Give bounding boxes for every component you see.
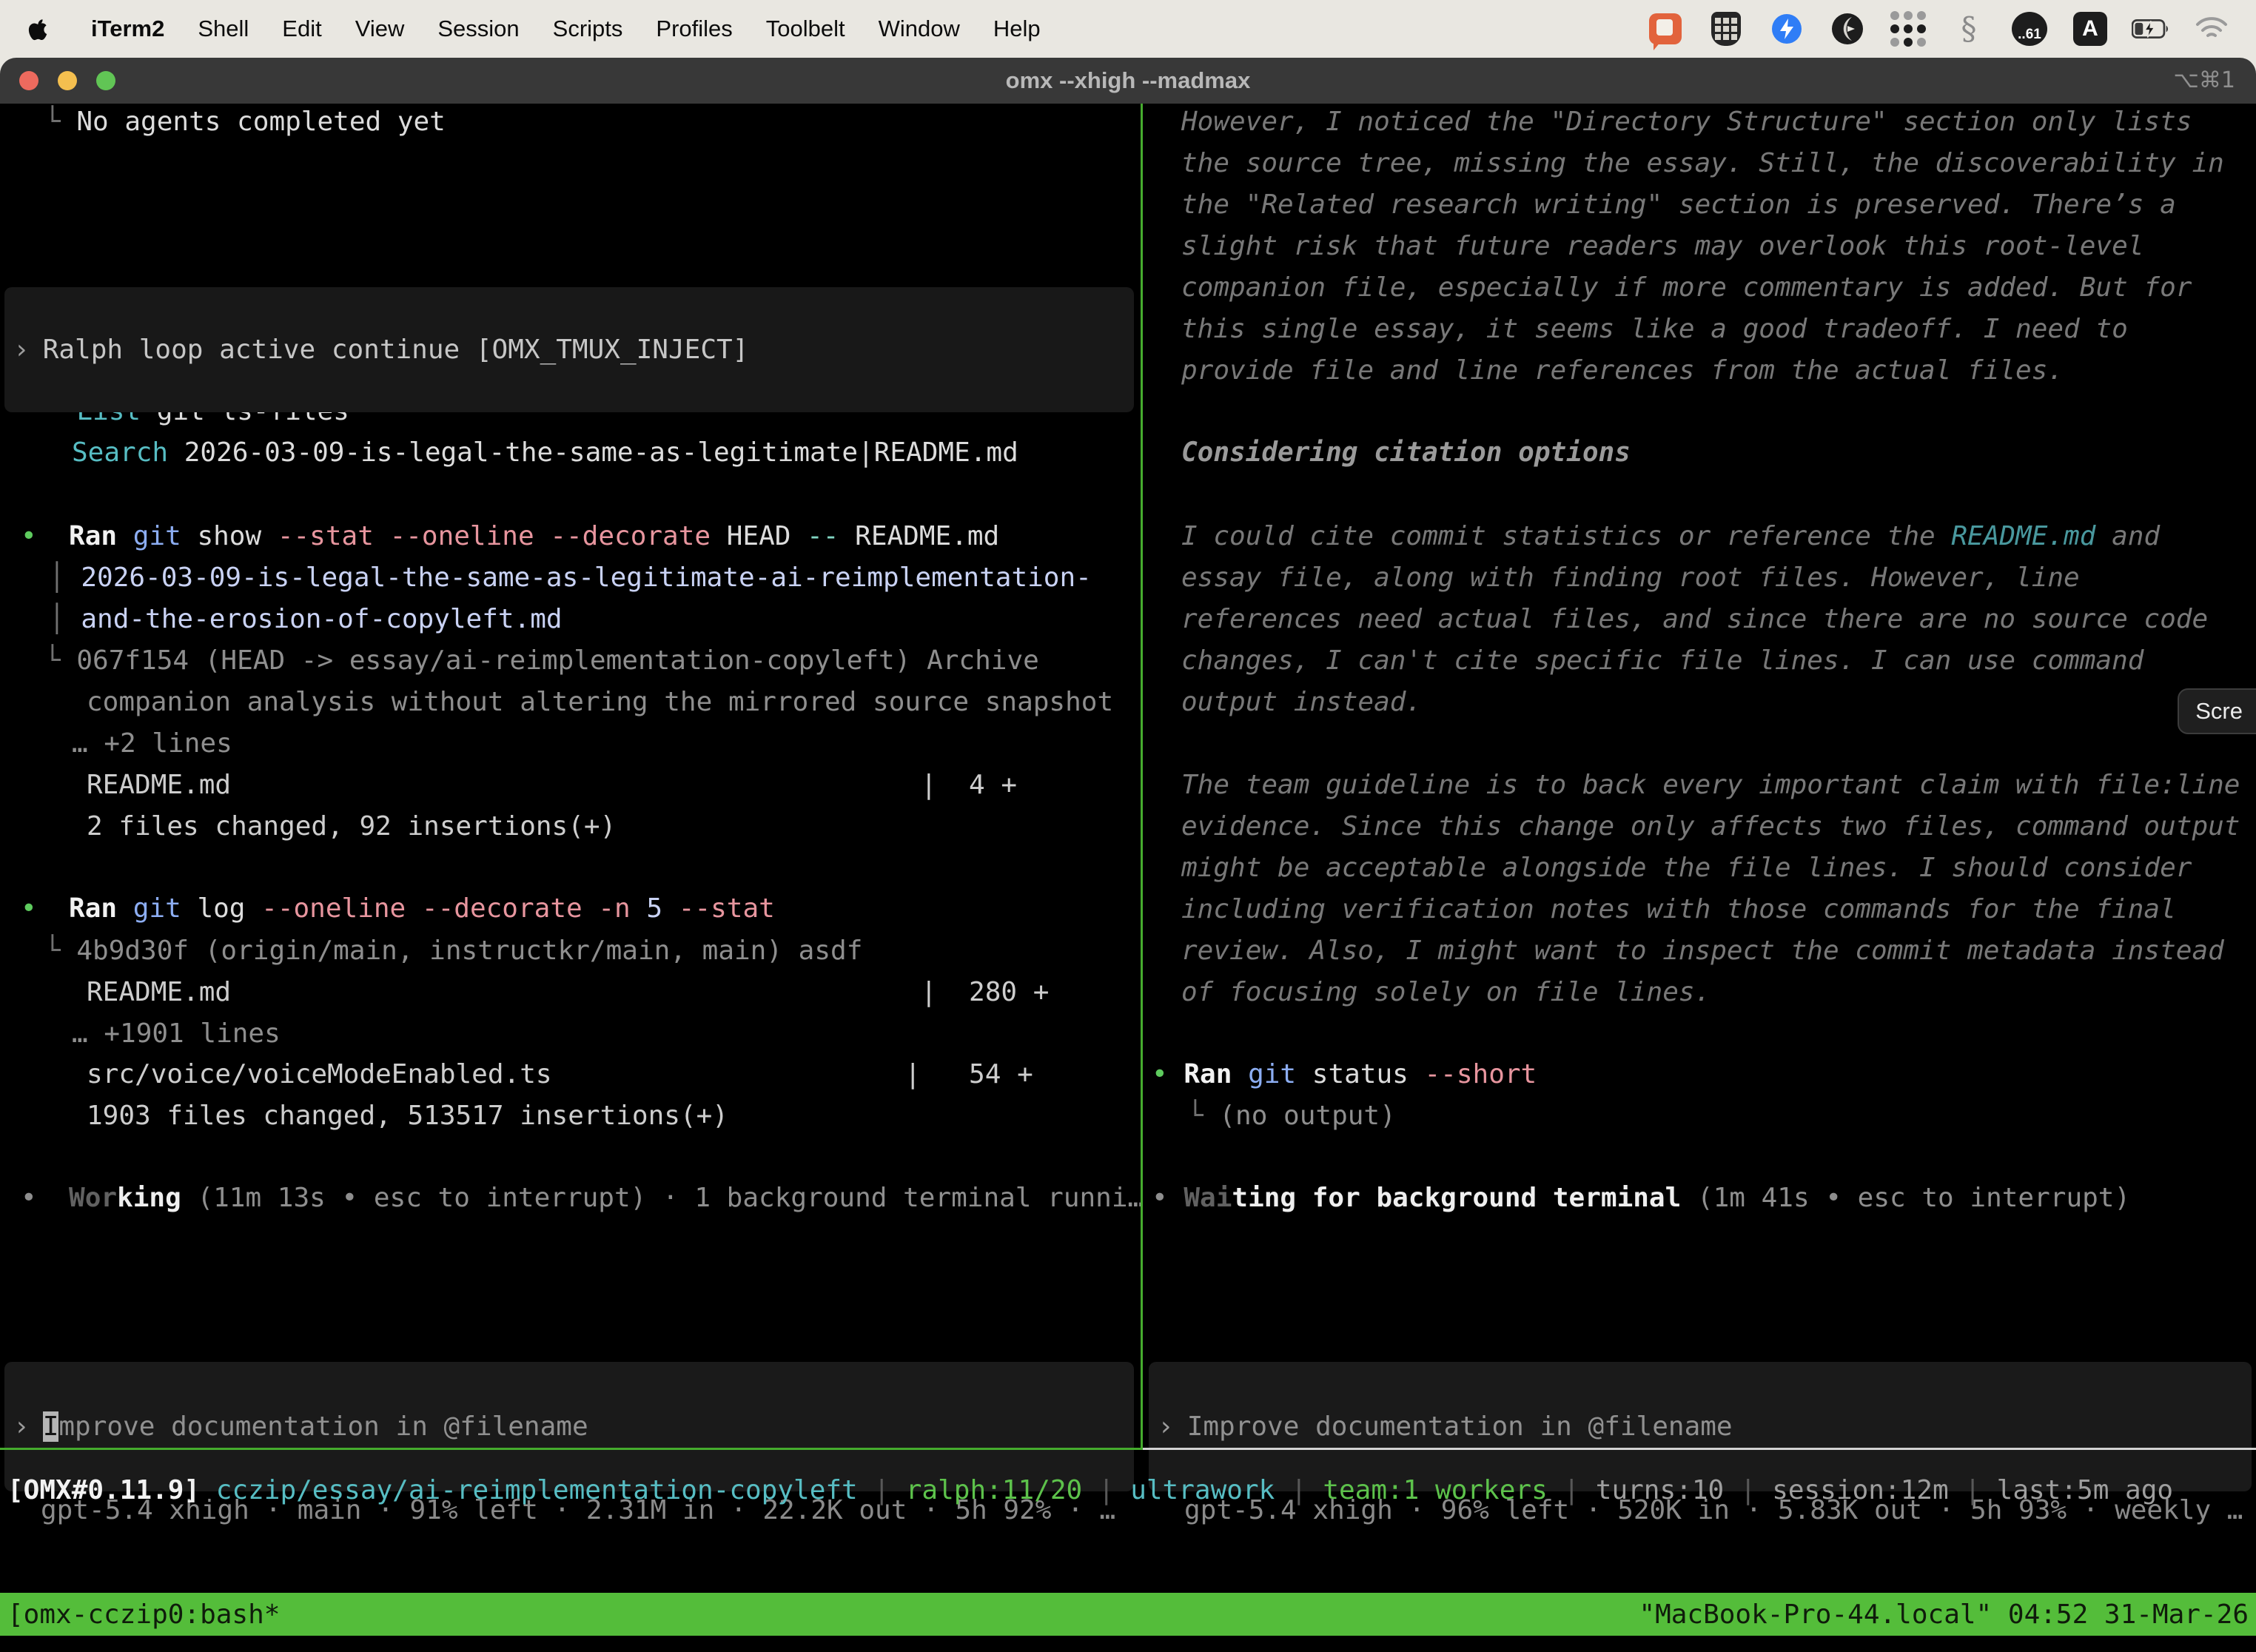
- tmux-session-label: [omx-cczip0:bash*: [7, 1599, 280, 1630]
- screen-share-pill[interactable]: Scre: [2178, 688, 2256, 734]
- terminal-body[interactable]: ›Ralph loop active continue [OMX_TMUX_IN…: [0, 104, 2256, 1652]
- menu-item-shell[interactable]: Shell: [198, 16, 249, 42]
- badge-61-icon[interactable]: ..61: [2010, 10, 2049, 48]
- omx-status-bar: [OMX#0.11.9] cczip/essay/ai-reimplementa…: [0, 104, 2256, 1652]
- screen: { "menu_bar": { "items": [ {"label": "iT…: [0, 0, 2256, 1652]
- bolt-badge-icon[interactable]: [1767, 10, 1806, 48]
- menu-item-profiles[interactable]: Profiles: [656, 16, 732, 42]
- apple-menu-icon[interactable]: [28, 16, 50, 42]
- pie-icon[interactable]: [1828, 10, 1867, 48]
- menu-item-session[interactable]: Session: [437, 16, 519, 42]
- wifi-icon[interactable]: [2192, 10, 2231, 48]
- window-title-bar[interactable]: omx --xhigh --madmax ⌥⌘1: [0, 58, 2256, 104]
- window-shortcut-badge: ⌥⌘1: [2173, 58, 2235, 104]
- squiggle-icon[interactable]: §: [1950, 10, 1988, 48]
- terminal-line: [OMX#0.11.9] cczip/essay/ai-reimplementa…: [7, 1470, 2173, 1511]
- menu-item-edit[interactable]: Edit: [282, 16, 321, 42]
- chat-icon[interactable]: [1646, 10, 1685, 48]
- menu-bar-status-icons: § ..61 A: [1646, 10, 2256, 48]
- tmux-host-clock-label: "MacBook-Pro-44.local" 04:52 31-Mar-26: [1639, 1599, 2249, 1630]
- menu-items: iTerm2 Shell Edit View Session Scripts Profile…: [58, 16, 1041, 42]
- tmux-status-bar: [omx-cczip0:bash* "MacBook-Pro-44.local"…: [0, 1593, 2256, 1636]
- menu-bar: iTerm2 Shell Edit View Session Scripts Profile…: [0, 0, 2256, 58]
- pane-divider[interactable]: [1141, 104, 1143, 1450]
- window-title: omx --xhigh --madmax: [0, 58, 2256, 104]
- battery-icon[interactable]: [2132, 10, 2170, 48]
- menu-item-window[interactable]: Window: [879, 16, 960, 42]
- dots-grid-icon[interactable]: [1889, 10, 1927, 48]
- menu-item-scripts[interactable]: Scripts: [553, 16, 623, 42]
- menu-item-help[interactable]: Help: [993, 16, 1041, 42]
- right-pane-bottom-border: [1143, 1448, 2256, 1450]
- left-pane-bottom-border: [0, 1448, 1141, 1450]
- menu-item-view[interactable]: View: [355, 16, 405, 42]
- menu-item-toolbelt[interactable]: Toolbelt: [766, 16, 845, 42]
- letter-a-icon[interactable]: A: [2071, 10, 2109, 48]
- menu-item-iterm2[interactable]: iTerm2: [91, 16, 164, 42]
- shield-icon[interactable]: [1707, 10, 1745, 48]
